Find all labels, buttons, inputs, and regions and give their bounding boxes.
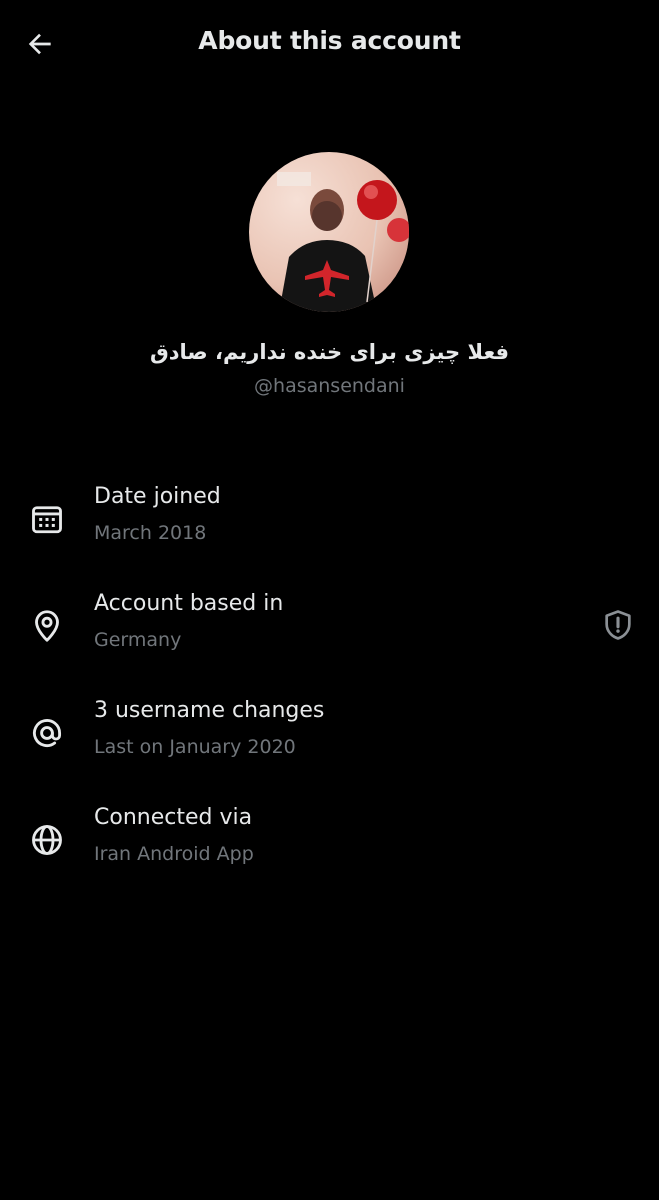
page-title: About this account <box>198 26 461 55</box>
detail-subtitle: Iran Android App <box>94 843 254 865</box>
shield-alert-button[interactable] <box>599 605 637 645</box>
location-pin-icon <box>28 607 66 645</box>
top-bar: About this account <box>0 0 659 90</box>
detail-row-date-joined: Date joined March 2018 <box>0 484 659 564</box>
username-handle: @hasansendani <box>254 375 405 397</box>
avatar[interactable] <box>249 152 409 312</box>
detail-row-account-based-in: Account based in Germany <box>0 591 659 671</box>
detail-title: Date joined <box>94 484 221 509</box>
avatar-image <box>249 152 409 312</box>
detail-row-connected-via: Connected via Iran Android App <box>0 805 659 885</box>
detail-subtitle: Germany <box>94 629 182 651</box>
detail-subtitle: Last on January 2020 <box>94 736 296 758</box>
display-name: فعلا چیزی برای خنده نداریم، صادق <box>149 340 510 364</box>
at-sign-icon <box>28 714 66 752</box>
shield-alert-icon <box>605 610 631 640</box>
detail-title: 3 username changes <box>94 698 325 723</box>
calendar-icon <box>28 500 66 538</box>
globe-icon <box>28 821 66 859</box>
detail-row-username-changes: 3 username changes Last on January 2020 <box>0 698 659 778</box>
detail-title: Account based in <box>94 591 284 616</box>
detail-subtitle: March 2018 <box>94 522 207 544</box>
detail-title: Connected via <box>94 805 253 830</box>
